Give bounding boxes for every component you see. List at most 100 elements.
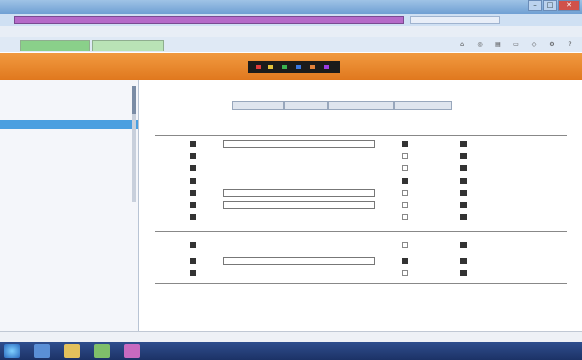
table-divider xyxy=(155,283,567,284)
tools-icon[interactable]: ⚙ xyxy=(548,41,556,48)
row-name-input[interactable] xyxy=(223,257,375,265)
action-toolbar xyxy=(232,101,452,110)
section-title xyxy=(0,244,138,253)
row-name-input[interactable] xyxy=(223,140,375,148)
sidebar-nav xyxy=(0,84,138,174)
sidebar-section xyxy=(0,204,138,231)
sidebar-item[interactable] xyxy=(0,93,138,102)
sidebar-section xyxy=(0,244,138,271)
row-name-input[interactable] xyxy=(223,201,375,209)
section-line[interactable] xyxy=(0,222,138,231)
row-checkbox-col2[interactable] xyxy=(460,214,467,220)
table-row[interactable] xyxy=(155,211,565,224)
section-line[interactable] xyxy=(0,262,138,271)
minimize-button[interactable]: – xyxy=(528,0,542,11)
row-checkbox-col2[interactable] xyxy=(460,258,467,264)
sidebar-item[interactable] xyxy=(0,111,138,120)
row-select-checkbox[interactable] xyxy=(190,270,196,276)
table-row[interactable] xyxy=(155,239,565,252)
toolbar-button[interactable] xyxy=(328,101,394,110)
main-content xyxy=(140,80,582,342)
page-icon[interactable]: ▭ xyxy=(512,41,520,48)
table-row[interactable] xyxy=(155,162,565,175)
toolbar-button[interactable] xyxy=(232,101,284,110)
app-taskbar-icon[interactable] xyxy=(124,344,140,358)
row-checkbox-col1[interactable] xyxy=(402,202,408,208)
row-select-checkbox[interactable] xyxy=(190,190,196,196)
section-line[interactable] xyxy=(0,213,138,222)
table-divider xyxy=(155,231,567,232)
address-bar xyxy=(0,14,582,26)
row-checkbox-col1[interactable] xyxy=(402,141,408,147)
row-checkbox-col2[interactable] xyxy=(460,270,467,276)
row-checkbox-col1[interactable] xyxy=(402,258,408,264)
row-checkbox-col2[interactable] xyxy=(460,178,467,184)
taskbar xyxy=(0,342,582,360)
row-select-checkbox[interactable] xyxy=(190,202,196,208)
url-field[interactable] xyxy=(14,16,404,24)
row-checkbox-col2[interactable] xyxy=(460,202,467,208)
explorer-taskbar-icon[interactable] xyxy=(64,344,80,358)
row-name xyxy=(223,151,373,161)
table-divider xyxy=(155,135,567,136)
row-name xyxy=(223,268,373,278)
row-select-checkbox[interactable] xyxy=(190,214,196,220)
row-checkbox-col2[interactable] xyxy=(460,242,467,248)
browser-tab[interactable] xyxy=(92,40,164,51)
row-checkbox-col1[interactable] xyxy=(402,178,408,184)
section-title xyxy=(0,278,138,287)
start-button[interactable] xyxy=(4,344,20,358)
browser-tab-active[interactable] xyxy=(20,40,90,51)
sidebar-footer[interactable] xyxy=(0,316,138,330)
table-row[interactable] xyxy=(155,267,565,280)
sidebar-item-selected[interactable] xyxy=(0,120,138,129)
home-icon[interactable]: ⌂ xyxy=(458,41,466,48)
row-name xyxy=(223,240,373,250)
app-header xyxy=(0,53,582,80)
rss-icon[interactable]: ◎ xyxy=(476,41,484,48)
row-checkbox-col2[interactable] xyxy=(460,165,467,171)
row-name xyxy=(223,163,373,173)
sidebar-item[interactable] xyxy=(0,165,138,174)
row-checkbox-col1[interactable] xyxy=(402,214,408,220)
sidebar-item[interactable] xyxy=(0,147,138,156)
row-checkbox-col2[interactable] xyxy=(460,190,467,196)
row-name xyxy=(223,212,373,222)
toolbar-button[interactable] xyxy=(394,101,452,110)
row-checkbox-col2[interactable] xyxy=(460,153,467,159)
sidebar xyxy=(0,80,139,342)
sidebar-item[interactable] xyxy=(0,129,138,138)
row-checkbox-col2[interactable] xyxy=(460,141,467,147)
header-banner xyxy=(248,61,340,73)
sidebar-item[interactable] xyxy=(0,102,138,111)
scrollbar-thumb[interactable] xyxy=(132,86,136,114)
tab-bar: ⌂ ◎ ▤ ▭ ◇ ⚙ ? xyxy=(0,37,582,52)
row-select-checkbox[interactable] xyxy=(190,258,196,264)
toolbar-button[interactable] xyxy=(284,101,328,110)
close-button[interactable]: ✕ xyxy=(558,0,580,11)
row-select-checkbox[interactable] xyxy=(190,165,196,171)
sidebar-item[interactable] xyxy=(0,156,138,165)
section-line[interactable] xyxy=(0,253,138,262)
row-select-checkbox[interactable] xyxy=(190,242,196,248)
row-checkbox-col1[interactable] xyxy=(402,165,408,171)
app-taskbar-icon[interactable] xyxy=(94,344,110,358)
help-icon[interactable]: ? xyxy=(566,41,574,48)
row-name-input[interactable] xyxy=(223,189,375,197)
sidebar-item[interactable] xyxy=(0,84,138,93)
row-checkbox-col1[interactable] xyxy=(402,242,408,248)
row-select-checkbox[interactable] xyxy=(190,153,196,159)
search-field[interactable] xyxy=(410,16,500,24)
row-select-checkbox[interactable] xyxy=(190,141,196,147)
sidebar-item[interactable] xyxy=(0,138,138,147)
sidebar-scrollbar[interactable] xyxy=(132,86,136,202)
row-checkbox-col1[interactable] xyxy=(402,190,408,196)
row-checkbox-col1[interactable] xyxy=(402,270,408,276)
row-checkbox-col1[interactable] xyxy=(402,153,408,159)
print-icon[interactable]: ▤ xyxy=(494,41,502,48)
row-select-checkbox[interactable] xyxy=(190,178,196,184)
ie-taskbar-icon[interactable] xyxy=(34,344,50,358)
safety-icon[interactable]: ◇ xyxy=(530,41,538,48)
maximize-button[interactable]: □ xyxy=(543,0,557,11)
section-line[interactable] xyxy=(0,287,138,296)
